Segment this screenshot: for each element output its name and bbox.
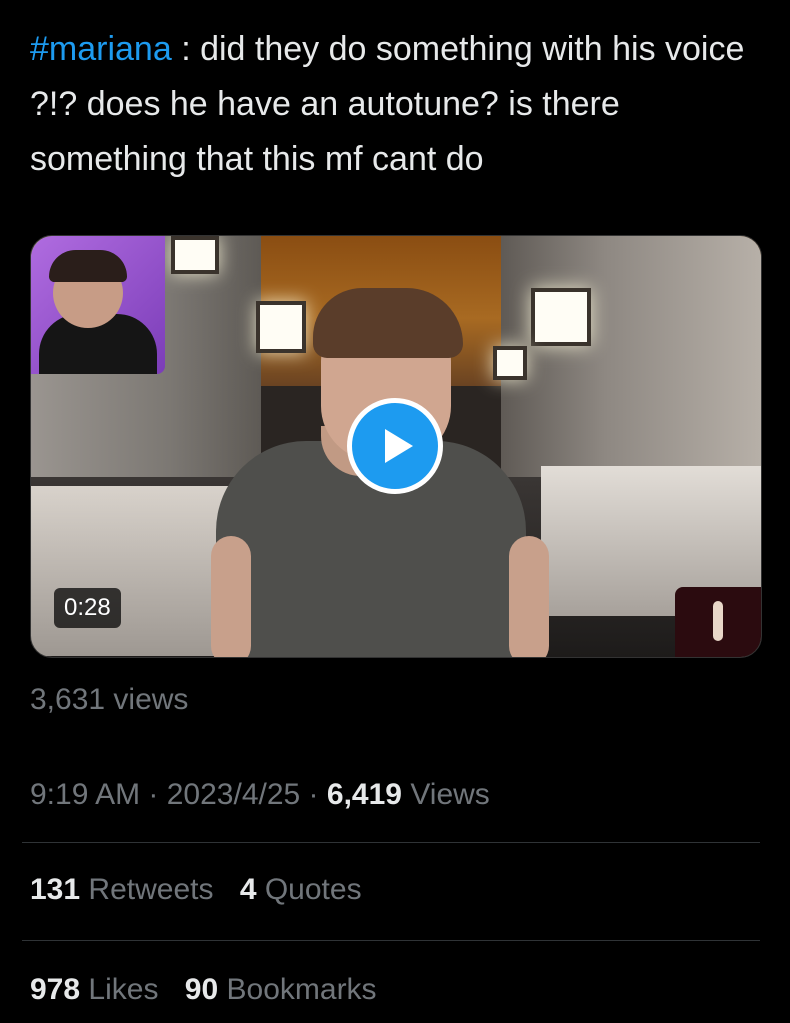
thumbnail-lamp: [493, 346, 527, 380]
mini-video-overlay: [675, 587, 761, 657]
engagement-row-bottom: 978 Likes 90 Bookmarks: [30, 970, 395, 1010]
thumbnail-lamp: [256, 301, 306, 353]
tweet-meta: 9:19 AM · 2023/4/25 · 6,419 Views: [30, 775, 490, 815]
mini-figure: [713, 601, 723, 641]
play-button[interactable]: [347, 398, 443, 494]
video-view-count: 3,631 views: [30, 683, 189, 716]
engagement-row-top: 131 Retweets 4 Quotes: [30, 870, 380, 910]
thumbnail-person-arm: [211, 536, 251, 657]
bookmarks-stat[interactable]: 90 Bookmarks: [185, 970, 377, 1010]
thumbnail-counter-left: [31, 486, 231, 656]
webcam-person-hair: [49, 250, 127, 282]
likes-stat[interactable]: 978 Likes: [30, 970, 158, 1010]
tweet-text: #mariana : did they do something with hi…: [30, 22, 770, 187]
likes-label: Likes: [88, 973, 159, 1006]
tweet-date[interactable]: 2023/4/25: [167, 778, 300, 811]
thumbnail-person-arm: [509, 536, 549, 657]
quotes-count: 4: [239, 873, 257, 906]
retweets-label: Retweets: [88, 873, 214, 906]
quotes-label: Quotes: [264, 873, 362, 906]
tweet-views-count: 6,419: [326, 778, 402, 811]
meta-separator: ·: [140, 778, 167, 811]
thumbnail-person-hair: [313, 288, 463, 358]
tweet-views-label: Views: [410, 778, 490, 811]
video-duration: 0:28: [54, 588, 121, 628]
webcam-overlay: [31, 236, 165, 374]
tweet-time[interactable]: 9:19 AM: [30, 778, 140, 811]
divider: [22, 940, 760, 941]
meta-separator: ·: [300, 778, 327, 811]
play-icon: [385, 429, 413, 463]
thumbnail-lamp: [171, 236, 219, 274]
likes-count: 978: [30, 973, 81, 1006]
quotes-stat[interactable]: 4 Quotes: [240, 870, 362, 910]
divider: [22, 842, 760, 843]
video-player[interactable]: 0:28: [30, 235, 762, 658]
thumbnail-lamp: [531, 288, 591, 346]
hashtag-link[interactable]: #mariana: [30, 30, 172, 68]
bookmarks-label: Bookmarks: [226, 973, 377, 1006]
bookmarks-count: 90: [184, 973, 219, 1006]
retweets-stat[interactable]: 131 Retweets: [30, 870, 213, 910]
retweets-count: 131: [30, 873, 81, 906]
